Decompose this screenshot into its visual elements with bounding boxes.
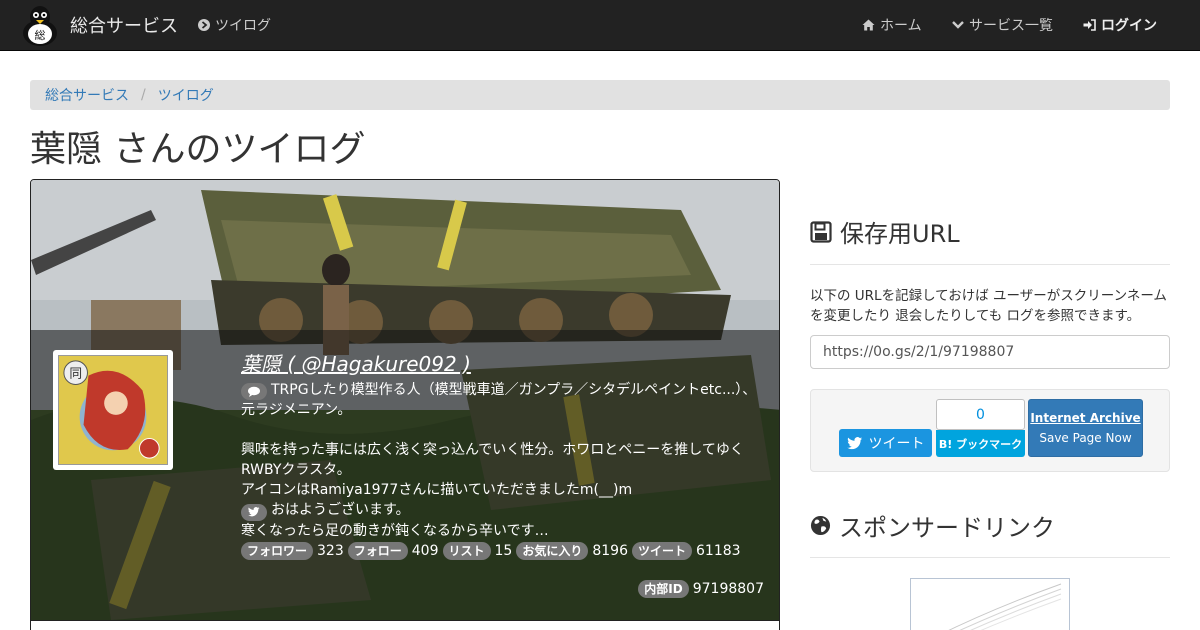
share-box: ツイート 0 B! ブックマーク Internet Archive Save P… — [810, 389, 1170, 472]
save-url-field[interactable] — [810, 335, 1170, 369]
chevron-circle-right-icon — [198, 19, 210, 31]
profile-stats: フォロワー 323 フォロー 409 リスト 15 お気に入り 8196 ツイート 611… — [241, 541, 771, 561]
stat-label-following: フォロー — [347, 541, 408, 560]
divider — [810, 264, 1170, 265]
chevron-down-icon — [952, 21, 964, 29]
save-url-description: 以下の URLを記録しておけば ユーザーがスクリーンネームを変更したり 退会した… — [810, 288, 1167, 324]
tweet-button-label: ツイート — [868, 436, 925, 452]
nav-twilog-link[interactable]: ツイログ — [198, 0, 271, 50]
stat-value-followers: 323 — [317, 542, 344, 559]
profile-card: 同 葉隠 ( @Hagakure092 ) TRPGしたり模型作る人（模型戦車道… — [30, 179, 780, 630]
user-name-link[interactable]: 葉隠 ( @Hagakure092 ) — [241, 350, 471, 378]
twitter-icon — [241, 503, 267, 521]
brand-title: 総合サービス — [70, 16, 178, 37]
nav-services-link[interactable]: サービス一覧 — [952, 0, 1053, 50]
bio-line: 興味を持った事には広く浅く突っ込んでいく性分。ホワロとペニーを推してゆく — [241, 442, 744, 458]
ia-title: Internet Archive — [1030, 411, 1141, 425]
nav-login-label: ログイン — [1101, 18, 1157, 34]
stat-label-followers: フォロワー — [241, 541, 314, 560]
nav-home-label: ホーム — [880, 18, 922, 34]
save-url-heading: 保存用URL — [810, 214, 960, 249]
nav-twilog-label: ツイログ — [215, 18, 271, 34]
home-icon — [862, 19, 875, 31]
latest-tweet-line: 寒くなったら足の動きが鈍くなるから辛いです… — [241, 522, 549, 539]
tweet-button[interactable]: ツイート — [839, 429, 932, 457]
stat-label-favorites: お気に入り — [516, 541, 589, 560]
stat-value-favorites: 8196 — [592, 542, 628, 559]
brand-logo-char: 総 — [35, 28, 46, 42]
penguin-logo-icon: 総 — [23, 6, 57, 46]
bio-line: 元ラジメニアン。 — [241, 402, 352, 418]
profile-info: 葉隠 ( @Hagakure092 ) TRPGしたり模型作る人（模型戦車道／ガ… — [241, 350, 771, 561]
page-title: 葉隠 さんのツイログ — [30, 129, 366, 170]
hatena-bookmark-count: 0 — [936, 399, 1025, 430]
bio-line: アイコンはRamiya1977さんに描いていただきましたm(__)m — [241, 482, 633, 498]
comment-icon — [241, 383, 267, 400]
internet-archive-button[interactable]: Internet Archive Save Page Now — [1028, 399, 1143, 457]
avatar-badge-char: 同 — [69, 367, 82, 382]
stat-value-tweets: 61183 — [696, 542, 741, 559]
ad-graphic — [948, 583, 1062, 630]
sponsor-heading: スポンサードリンク — [810, 508, 1055, 543]
twitter-bird-icon — [846, 436, 862, 449]
breadcrumb-separator: / — [141, 87, 146, 103]
ia-subtitle: Save Page Now — [1039, 431, 1132, 445]
brand-link[interactable]: 総 総合サービス — [20, 2, 178, 48]
card-footer — [31, 620, 779, 630]
latest-tweet-line: おはようございます。 — [241, 500, 771, 521]
internal-id-label: 内部ID — [638, 580, 689, 598]
floppy-disk-icon — [810, 220, 832, 243]
bio-line: RWBYクラスタ。 — [241, 462, 351, 478]
breadcrumb-item-home[interactable]: 総合サービス — [45, 85, 129, 105]
bio-line — [241, 420, 771, 440]
nav-home-link[interactable]: ホーム — [862, 0, 922, 50]
avatar[interactable]: 同 — [53, 350, 173, 470]
breadcrumb-item-twilog[interactable]: ツイログ — [158, 85, 214, 105]
divider — [810, 557, 1170, 558]
nav-services-label: サービス一覧 — [969, 18, 1053, 34]
internal-id-value: 97198807 — [692, 581, 764, 597]
avatar-image: 同 — [58, 355, 168, 465]
stat-value-following: 409 — [411, 542, 439, 559]
nav-login-link[interactable]: ログイン — [1083, 0, 1157, 50]
internal-id: 内部ID 97198807 — [638, 580, 764, 598]
stat-label-tweets: ツイート — [632, 541, 693, 560]
globe-icon — [810, 515, 831, 536]
sign-in-icon — [1083, 19, 1096, 31]
sponsored-ad[interactable] — [910, 578, 1070, 630]
stat-value-lists: 15 — [494, 542, 513, 559]
breadcrumb: 総合サービス / ツイログ — [30, 80, 1170, 110]
stat-label-lists: リスト — [442, 541, 491, 560]
hatena-bookmark-button[interactable]: B! ブックマーク — [936, 430, 1025, 457]
bio-line: TRPGしたり模型作る人（模型戦車道／ガンプラ／シタデルペイントetc...）、 — [241, 380, 771, 400]
navbar: 総 総合サービス ツイログ ホーム サービス一覧 ログイン — [0, 0, 1200, 51]
